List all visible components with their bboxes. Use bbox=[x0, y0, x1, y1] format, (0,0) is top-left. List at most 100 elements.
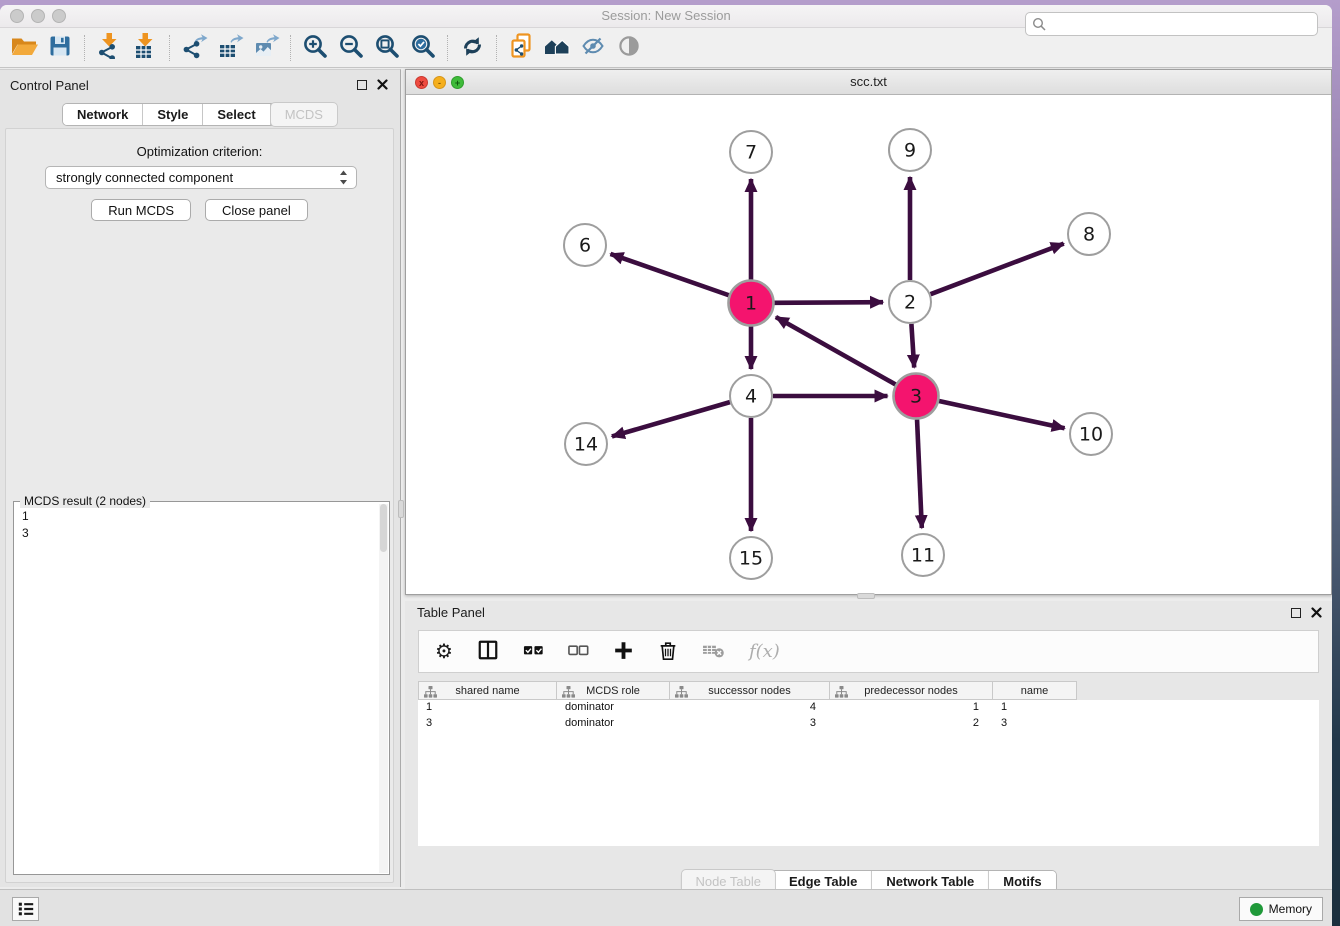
table-cell[interactable]: dominator bbox=[557, 700, 670, 716]
table-panel-title: Table Panel bbox=[417, 605, 485, 620]
first-neighbors-icon bbox=[544, 34, 570, 61]
panel-divider-horizontal-grip[interactable] bbox=[857, 593, 875, 599]
panel-divider-vertical-grip[interactable] bbox=[398, 500, 404, 518]
search-field[interactable] bbox=[1025, 12, 1318, 36]
column-header-successor-nodes[interactable]: successor nodes bbox=[670, 681, 830, 700]
select-all-button[interactable] bbox=[523, 641, 544, 662]
tab-style[interactable]: Style bbox=[143, 104, 203, 125]
import-table-button[interactable] bbox=[127, 31, 163, 65]
table-cell[interactable]: 2 bbox=[830, 716, 993, 732]
column-label: MCDS role bbox=[586, 685, 640, 697]
export-network-button[interactable] bbox=[176, 31, 212, 65]
edge-2-3[interactable] bbox=[911, 324, 914, 368]
mcds-result-text[interactable]: 13 bbox=[14, 504, 379, 874]
export-image-button[interactable] bbox=[248, 31, 284, 65]
zoom-fit-icon bbox=[374, 33, 401, 63]
search-icon bbox=[1032, 17, 1047, 32]
deselect-all-button[interactable] bbox=[568, 641, 589, 662]
graph-node-label: 1 bbox=[745, 293, 757, 315]
tab-network[interactable]: Network bbox=[63, 104, 143, 125]
show-columns-button[interactable] bbox=[477, 639, 499, 664]
float-panel-icon[interactable] bbox=[357, 80, 367, 90]
graph-node-label: 11 bbox=[911, 545, 935, 567]
close-panel-button[interactable]: Close panel bbox=[205, 199, 308, 221]
mcds-panel: Optimization criterion: strongly connect… bbox=[5, 128, 394, 883]
toolbar-separator bbox=[290, 35, 291, 61]
open-session-button[interactable] bbox=[6, 31, 42, 65]
table-settings-button[interactable]: ⚙ bbox=[435, 642, 453, 662]
edge-4-14[interactable] bbox=[612, 402, 730, 436]
export-image-icon bbox=[253, 34, 280, 62]
column-label: successor nodes bbox=[708, 685, 791, 697]
toolbar-separator bbox=[447, 35, 448, 61]
add-row-button[interactable] bbox=[613, 640, 634, 664]
zoom-selected-button[interactable] bbox=[405, 31, 441, 65]
table-cell[interactable]: 3 bbox=[418, 716, 557, 732]
delete-row-icon bbox=[658, 639, 678, 664]
apply-layout-button[interactable] bbox=[454, 31, 490, 65]
run-mcds-button[interactable]: Run MCDS bbox=[91, 199, 191, 221]
toolbar-separator bbox=[496, 35, 497, 61]
column-label: shared name bbox=[455, 685, 519, 697]
table-cell[interactable]: 1 bbox=[418, 700, 557, 716]
table-cell[interactable]: 1 bbox=[830, 700, 993, 716]
first-neighbors-button[interactable] bbox=[539, 31, 575, 65]
import-network-button[interactable] bbox=[91, 31, 127, 65]
table-cell[interactable]: 3 bbox=[993, 716, 1077, 732]
table-cell[interactable]: 4 bbox=[670, 700, 830, 716]
export-table-button[interactable] bbox=[212, 31, 248, 65]
import-network-icon bbox=[96, 33, 122, 62]
tab-select[interactable]: Select bbox=[203, 104, 270, 125]
table-row[interactable]: 1dominator411 bbox=[418, 700, 1319, 716]
table-body[interactable]: 1dominator4113dominator323 bbox=[418, 700, 1319, 846]
column-header-predecessor-nodes[interactable]: predecessor nodes bbox=[830, 681, 993, 700]
criterion-value: strongly connected component bbox=[56, 170, 233, 185]
table-cell[interactable]: 3 bbox=[670, 716, 830, 732]
graph-node-label: 14 bbox=[574, 434, 598, 456]
zoom-in-button[interactable] bbox=[297, 31, 333, 65]
zoom-out-button[interactable] bbox=[333, 31, 369, 65]
result-scrollbar[interactable] bbox=[379, 504, 388, 873]
edge-3-1[interactable] bbox=[776, 317, 896, 384]
table-row[interactable]: 3dominator323 bbox=[418, 716, 1319, 732]
delete-row-button[interactable] bbox=[658, 639, 678, 664]
search-input[interactable] bbox=[1047, 14, 1317, 34]
edge-2-8[interactable] bbox=[931, 244, 1064, 295]
memory-label: Memory bbox=[1269, 902, 1312, 916]
hide-selected-icon bbox=[580, 34, 606, 61]
app-window: Session: New Session Control Panel Netwo… bbox=[0, 5, 1332, 926]
float-table-panel-icon[interactable] bbox=[1291, 608, 1301, 618]
toolbar-separator bbox=[84, 35, 85, 61]
criterion-select[interactable]: strongly connected component bbox=[45, 166, 357, 189]
zoom-out-icon bbox=[338, 33, 365, 63]
task-history-button[interactable] bbox=[12, 897, 39, 921]
edge-3-11[interactable] bbox=[917, 419, 922, 528]
new-network-from-selection-button[interactable] bbox=[503, 31, 539, 65]
close-table-panel-icon[interactable] bbox=[1311, 607, 1322, 618]
save-session-button[interactable] bbox=[42, 31, 78, 65]
column-label: predecessor nodes bbox=[864, 685, 958, 697]
memory-status-icon bbox=[1250, 903, 1263, 916]
table-cell[interactable]: 1 bbox=[993, 700, 1077, 716]
close-panel-icon[interactable] bbox=[377, 79, 388, 90]
memory-button[interactable]: Memory bbox=[1239, 897, 1323, 921]
network-graph-canvas[interactable]: 7968124314101511 bbox=[406, 95, 1331, 594]
column-header-name[interactable]: name bbox=[993, 681, 1077, 700]
edge-3-10[interactable] bbox=[939, 401, 1065, 428]
control-panel-title: Control Panel bbox=[10, 78, 89, 93]
control-panel: Control Panel NetworkStyleSelectMCDS Opt… bbox=[0, 69, 401, 887]
add-row-icon bbox=[613, 640, 634, 664]
column-header-MCDS-role[interactable]: MCDS role bbox=[557, 681, 670, 700]
table-cell[interactable]: dominator bbox=[557, 716, 670, 732]
table-toolbar: ⚙f(x) bbox=[418, 630, 1319, 673]
network-window-titlebar[interactable]: x - + scc.txt bbox=[406, 70, 1331, 95]
zoom-fit-button[interactable] bbox=[369, 31, 405, 65]
graph-node-label: 2 bbox=[904, 292, 916, 314]
graph-node-label: 9 bbox=[904, 140, 916, 162]
edge-1-2[interactable] bbox=[774, 302, 883, 303]
select-stepper-icon bbox=[339, 170, 348, 185]
tab-mcds[interactable]: MCDS bbox=[270, 102, 338, 127]
column-header-shared-name[interactable]: shared name bbox=[418, 681, 557, 700]
hide-selected-button[interactable] bbox=[575, 31, 611, 65]
edge-1-6[interactable] bbox=[610, 254, 728, 295]
